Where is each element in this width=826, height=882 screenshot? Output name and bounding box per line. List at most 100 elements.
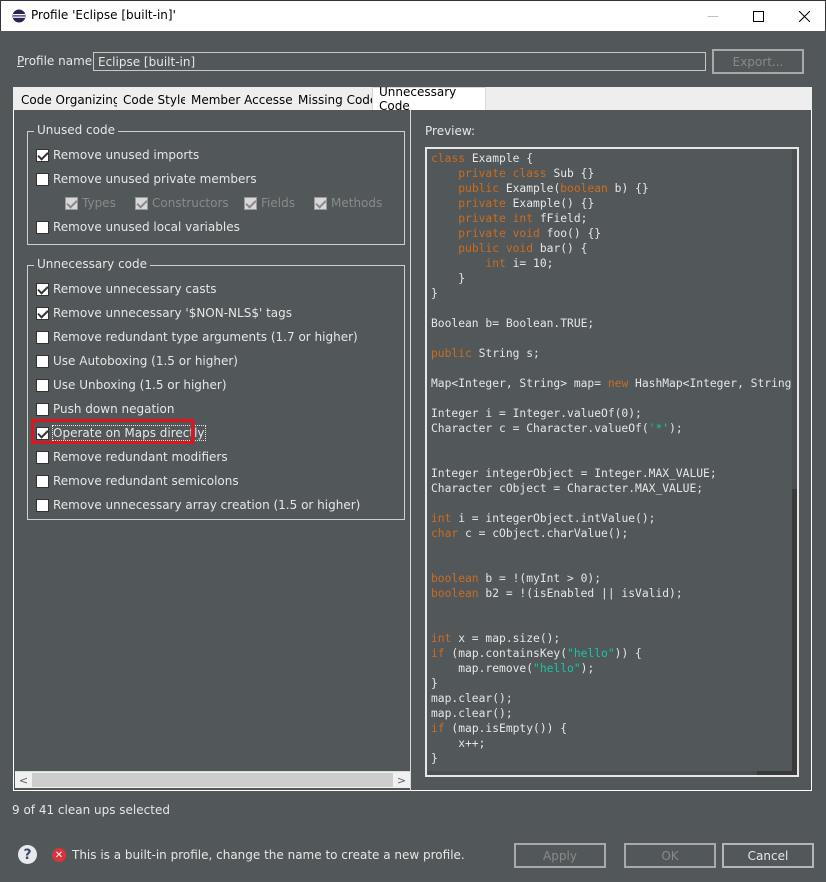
checkbox-remove-redundant-semicolons[interactable]: Remove redundant semicolons [36,472,239,490]
code-line: } [431,676,797,691]
checkbox-label: Remove unused imports [53,148,200,162]
checkbox-icon[interactable] [244,196,257,210]
checkbox-label: Types [82,196,116,210]
checkbox-remove-redundant-type-arguments[interactable]: Remove redundant type arguments (1.7 or … [36,328,358,346]
checkbox-icon[interactable] [36,282,49,296]
checkbox-constructors[interactable]: Constructors [135,194,229,212]
code-keyword: private int [458,212,534,225]
tab-member-accesses[interactable]: Member Accesses [185,89,306,110]
unnecessary-code-group: Unnecessary code Remove unnecessary cast… [27,257,405,520]
code-line: } [431,751,797,766]
close-icon [798,10,810,22]
checkbox-remove-redundant-modifiers[interactable]: Remove redundant modifiers [36,448,228,466]
checkbox-icon[interactable] [36,148,49,162]
preview-code-area[interactable]: class Example { private class Sub {} pub… [425,147,799,777]
checkbox-label: Remove unused local variables [53,220,240,234]
help-icon[interactable]: ? [18,845,37,864]
unused-code-legend: Unused code [34,123,118,137]
checkbox-icon[interactable] [36,220,49,234]
code-text: x++; [431,737,486,750]
checkbox-icon[interactable] [36,402,49,416]
code-line: Integer integerObject = Integer.MAX_VALU… [431,466,797,481]
horizontal-scrollbar[interactable]: < > [15,771,410,788]
scroll-right-icon[interactable]: > [393,772,410,788]
label-text: rofile name: [24,54,97,68]
code-keyword: if [431,722,445,735]
profile-name-input[interactable] [93,52,706,71]
code-keyword: boolean [431,572,479,585]
code-text: Example() {} [505,197,595,210]
checkbox-methods[interactable]: Methods [314,194,382,212]
code-line: if (map.isEmpty()) { [431,721,797,736]
checkbox-icon[interactable] [36,330,49,344]
tab-unnecessary-code[interactable]: Unnecessary Code [372,85,486,113]
checkbox-icon[interactable] [36,378,49,392]
checkbox-remove-unused-imports[interactable]: Remove unused imports [36,146,199,164]
code-text: Character c = Character.valueOf( [431,422,649,435]
code-line: private Example() {} [431,196,797,211]
checkbox-label: Use Autoboxing (1.5 or higher) [53,354,238,368]
code-line: Character c = Character.valueOf('*'); [431,421,797,436]
preview-horizontal-scrollbar[interactable] [427,771,796,775]
code-text: Character cObject = Character.MAX_VALUE; [431,482,704,495]
checkbox-icon[interactable] [135,196,148,210]
code-line: int i= 10; [431,256,797,271]
code-line: int i = integerObject.intValue(); [431,511,797,526]
code-text: Example { [465,152,534,165]
checkbox-remove-unused-private-members[interactable]: Remove unused private members [36,170,257,188]
checkbox-icon[interactable] [36,450,49,464]
checkbox-icon[interactable] [314,196,327,210]
code-line: int x = map.size(); [431,631,797,646]
checkbox-icon[interactable] [36,354,49,368]
checkbox-remove-unused-local-variables[interactable]: Remove unused local variables [36,218,240,236]
checkbox-remove-unnecessary-casts[interactable]: Remove unnecessary casts [36,280,217,298]
checkbox-label: Methods [331,196,383,210]
preview-vertical-scrollbar[interactable] [792,149,797,775]
tab-code-organizing[interactable]: Code Organizing [15,89,128,110]
highlight-annotation [31,419,194,444]
maximize-button[interactable] [735,1,781,31]
tab-code-style[interactable]: Code Style [117,89,195,110]
code-text: Map<Integer, String> map= [431,377,608,390]
checkbox-icon[interactable] [36,306,49,320]
checkbox-remove-nls-tags[interactable]: Remove unnecessary '$NON-NLS$' tags [36,304,292,322]
checkbox-icon[interactable] [36,172,49,186]
checkbox-label: Remove unnecessary '$NON-NLS$' tags [53,306,293,320]
checkbox-remove-unnecessary-array-creation[interactable]: Remove unnecessary array creation (1.5 o… [36,496,360,514]
code-text: b) {} [607,182,649,195]
code-keyword: class [431,152,466,165]
checkbox-fields[interactable]: Fields [244,194,295,212]
apply-button[interactable]: Apply [514,843,606,868]
scrollbar-thumb[interactable] [427,771,757,775]
scrollbar-thumb[interactable] [32,773,393,787]
checkbox-types[interactable]: Types [65,194,116,212]
checkbox-icon[interactable] [36,498,49,512]
checkbox-use-autoboxing[interactable]: Use Autoboxing (1.5 or higher) [36,352,238,370]
code-text: x = map.size(); [451,632,561,645]
code-text: map.remove( [431,662,534,675]
minimize-button[interactable]: — [690,1,736,31]
tab-missing-code[interactable]: Missing Code [292,89,385,110]
close-button[interactable] [781,1,826,31]
code-text: (map.isEmpty()) { [444,722,568,735]
code-line: if (map.containsKey("hello")) { [431,646,797,661]
code-keyword: boolean [431,587,479,600]
checkbox-label: Remove unnecessary array creation (1.5 o… [53,498,361,512]
error-message: This is a built-in profile, change the n… [72,848,465,862]
scrollbar-thumb[interactable] [792,149,797,489]
checkbox-label: Remove unused private members [53,172,257,186]
scroll-left-icon[interactable]: < [15,772,32,788]
ok-button[interactable]: OK [624,843,716,868]
code-keyword: int [431,632,452,645]
export-button[interactable]: Export... [712,49,804,74]
cancel-button[interactable]: Cancel [722,843,814,868]
checkbox-label: Constructors [152,196,229,210]
checkbox-push-down-negation[interactable]: Push down negation [36,400,174,418]
checkbox-icon[interactable] [36,474,49,488]
checkbox-use-unboxing[interactable]: Use Unboxing (1.5 or higher) [36,376,227,394]
checkbox-icon[interactable] [65,196,78,210]
